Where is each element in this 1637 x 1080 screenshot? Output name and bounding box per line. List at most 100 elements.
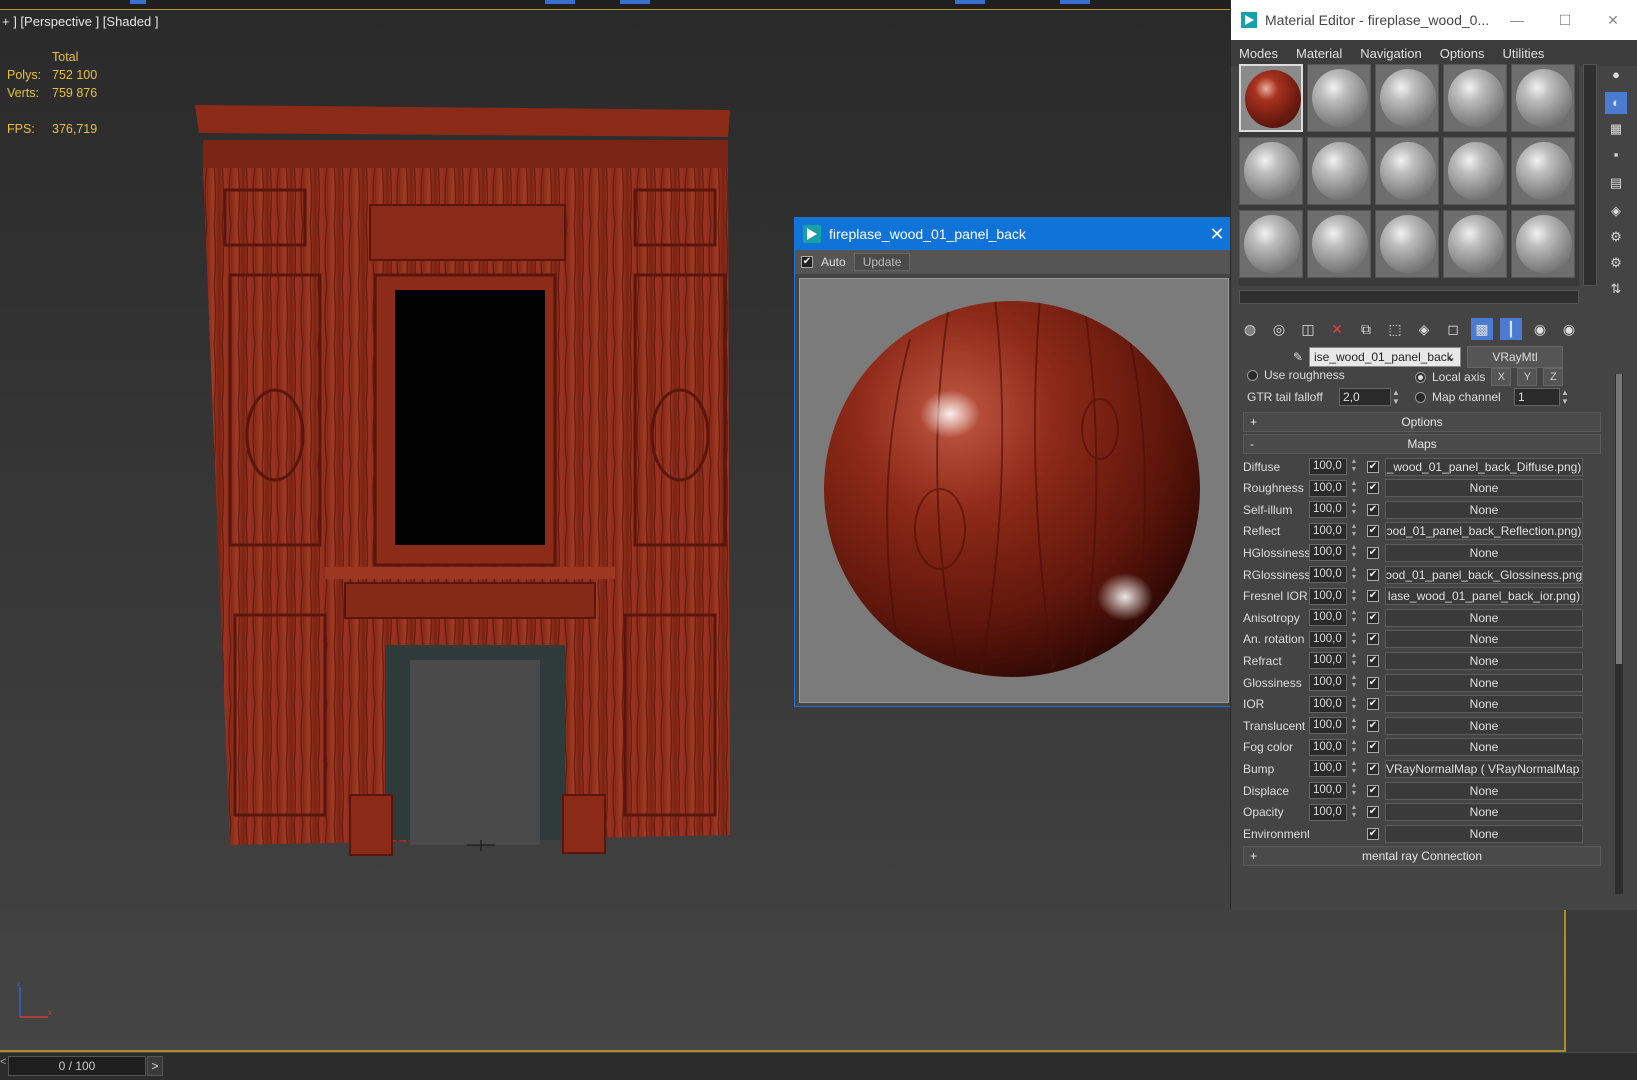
close-button[interactable]: ✕ (1589, 12, 1637, 29)
map-amount-field[interactable]: 100,0 (1309, 760, 1347, 778)
sample-slot-9[interactable] (1443, 137, 1507, 205)
sample-slot-4[interactable] (1443, 64, 1507, 132)
map-button[interactable]: lase_wood_01_panel_back_ior.png) (1385, 587, 1583, 606)
material-type-button[interactable]: VRayMtl (1467, 346, 1563, 368)
map-button[interactable]: ɔod_01_panel_back_Glossiness.png) (1385, 565, 1583, 584)
slots-vertical-scrollbar[interactable] (1583, 64, 1597, 286)
map-amount-field[interactable]: 100,0 (1309, 566, 1347, 583)
map-channel-radio[interactable] (1415, 391, 1426, 403)
background-checker-icon[interactable]: ▦ (1605, 118, 1627, 140)
map-enable-checkbox[interactable]: ✔ (1367, 633, 1379, 646)
options-rollout-header[interactable]: + Options (1243, 412, 1601, 432)
sample-slot-10[interactable] (1511, 137, 1575, 205)
time-prev-button[interactable]: < (0, 1056, 8, 1076)
map-button[interactable]: None (1385, 716, 1583, 735)
menu-modes[interactable]: Modes (1239, 46, 1278, 61)
axis-y-button[interactable]: Y (1517, 368, 1538, 386)
map-button[interactable]: ɔod_01_panel_back_Reflection.png) (1385, 522, 1583, 541)
rollout-scrollbar[interactable] (1615, 374, 1623, 894)
viewport-label[interactable]: + ] [Perspective ] [Shaded ] (2, 14, 158, 29)
gtr-spinner[interactable]: ▲ ▼ (1391, 388, 1401, 406)
sample-slot-6[interactable] (1239, 137, 1303, 205)
map-amount-field[interactable]: 100,0 (1309, 544, 1347, 562)
sample-slot-2[interactable] (1307, 64, 1371, 132)
map-amount-field[interactable]: 100,0 (1309, 522, 1347, 540)
map-amount-field[interactable]: 100,0 (1309, 738, 1347, 756)
auto-checkbox[interactable]: ✔ (801, 256, 813, 268)
sample-slot-13[interactable] (1375, 210, 1439, 278)
select-by-material-icon[interactable]: ⚙ (1605, 252, 1627, 274)
map-amount-spinner[interactable]: ▲ ▼ (1349, 804, 1359, 821)
map-enable-checkbox[interactable]: ✔ (1367, 762, 1379, 775)
go-to-parent-icon[interactable]: ◉ (1529, 318, 1551, 340)
map-enable-checkbox[interactable]: ✔ (1367, 698, 1379, 711)
map-enable-checkbox[interactable]: ✔ (1367, 525, 1379, 538)
map-button[interactable]: None (1385, 608, 1583, 627)
map-amount-field[interactable]: 100,0 (1309, 587, 1347, 605)
map-enable-checkbox[interactable]: ✔ (1367, 611, 1379, 624)
map-enable-checkbox[interactable]: ✔ (1367, 676, 1379, 689)
map-amount-field[interactable]: 100,0 (1309, 609, 1347, 627)
sample-slot-7[interactable] (1307, 137, 1371, 205)
map-button[interactable]: None (1385, 803, 1583, 822)
sample-slot-14[interactable] (1443, 210, 1507, 278)
backlight-icon[interactable]: ◐ (1605, 92, 1627, 114)
minimize-button[interactable]: — (1493, 12, 1541, 28)
map-amount-spinner[interactable]: ▲ ▼ (1349, 566, 1359, 583)
map-amount-field[interactable]: 100,0 (1309, 674, 1347, 691)
map-amount-field[interactable]: 100,0 (1309, 695, 1347, 713)
map-amount-spinner[interactable]: ▲ ▼ (1349, 717, 1359, 734)
map-enable-checkbox[interactable]: ✔ (1367, 654, 1379, 667)
maximize-button[interactable]: ☐ (1541, 12, 1589, 29)
map-amount-field[interactable]: 100,0 (1309, 652, 1347, 670)
map-enable-checkbox[interactable]: ✔ (1367, 784, 1379, 797)
sample-slot-5[interactable] (1511, 64, 1575, 132)
axis-x-button[interactable]: X (1491, 368, 1512, 386)
maps-rollout-header[interactable]: - Maps (1243, 434, 1601, 454)
make-unique-icon[interactable]: ⬚ (1384, 318, 1406, 340)
put-to-library-icon[interactable]: ◈ (1413, 318, 1435, 340)
map-enable-checkbox[interactable]: ✔ (1367, 482, 1379, 495)
fireplace-model[interactable] (195, 105, 735, 895)
menu-utilities[interactable]: Utilities (1503, 46, 1545, 61)
map-button[interactable]: VRayNormalMap ( VRayNormalMap ) (1385, 759, 1583, 778)
reset-map-icon[interactable]: ✕ (1326, 318, 1348, 340)
map-amount-field[interactable]: 100,0 (1309, 717, 1347, 735)
local-axis-radio[interactable] (1415, 371, 1426, 383)
put-material-icon[interactable]: ◎ (1268, 318, 1290, 340)
map-button[interactable]: None (1385, 673, 1583, 692)
time-next-button[interactable]: > (147, 1056, 163, 1076)
map-amount-field[interactable]: 100,0 (1309, 803, 1347, 821)
map-button[interactable]: _wood_01_panel_back_Diffuse.png) (1385, 457, 1583, 476)
sample-slot-11[interactable] (1239, 210, 1303, 278)
material-name-field[interactable]: ise_wood_01_panel_back ⌄ (1309, 347, 1461, 367)
map-enable-checkbox[interactable]: ✔ (1367, 460, 1379, 473)
menu-options[interactable]: Options (1440, 46, 1485, 61)
get-material-icon[interactable]: ◍ (1239, 318, 1261, 340)
map-amount-spinner[interactable]: ▲ ▼ (1349, 523, 1359, 540)
sample-options-icon[interactable]: ⚙ (1605, 226, 1627, 248)
slots-horizontal-scrollbar[interactable] (1239, 290, 1579, 304)
material-id-channel-icon[interactable]: ◻ (1442, 318, 1464, 340)
menu-material[interactable]: Material (1296, 46, 1342, 61)
map-enable-checkbox[interactable]: ✔ (1367, 503, 1379, 516)
show-shaded-material-icon[interactable]: ▩ (1471, 318, 1493, 340)
map-channel-field[interactable]: 1 (1514, 388, 1560, 406)
make-copy-icon[interactable]: ⧉ (1355, 318, 1377, 340)
time-slider[interactable]: 0 / 100 (8, 1056, 146, 1076)
axis-z-button[interactable]: Z (1543, 368, 1564, 386)
sample-slot-15[interactable] (1511, 210, 1575, 278)
map-button[interactable]: None (1385, 781, 1583, 800)
assign-material-icon[interactable]: ◫ (1297, 318, 1319, 340)
go-forward-sibling-icon[interactable]: ◉ (1558, 318, 1580, 340)
map-button[interactable]: None (1385, 695, 1583, 714)
map-enable-checkbox[interactable]: ✔ (1367, 806, 1379, 819)
show-end-result-icon[interactable]: ┃ (1500, 318, 1522, 340)
map-button[interactable]: None (1385, 651, 1583, 670)
map-amount-spinner[interactable]: ▲ ▼ (1349, 696, 1359, 713)
map-enable-checkbox[interactable]: ✔ (1367, 741, 1379, 754)
uv-tiling-icon[interactable]: ▪ (1605, 144, 1627, 166)
map-amount-spinner[interactable]: ▲ ▼ (1349, 782, 1359, 799)
make-preview-icon[interactable]: ◈ (1605, 200, 1627, 222)
video-color-check-icon[interactable]: ▤ (1605, 172, 1627, 194)
